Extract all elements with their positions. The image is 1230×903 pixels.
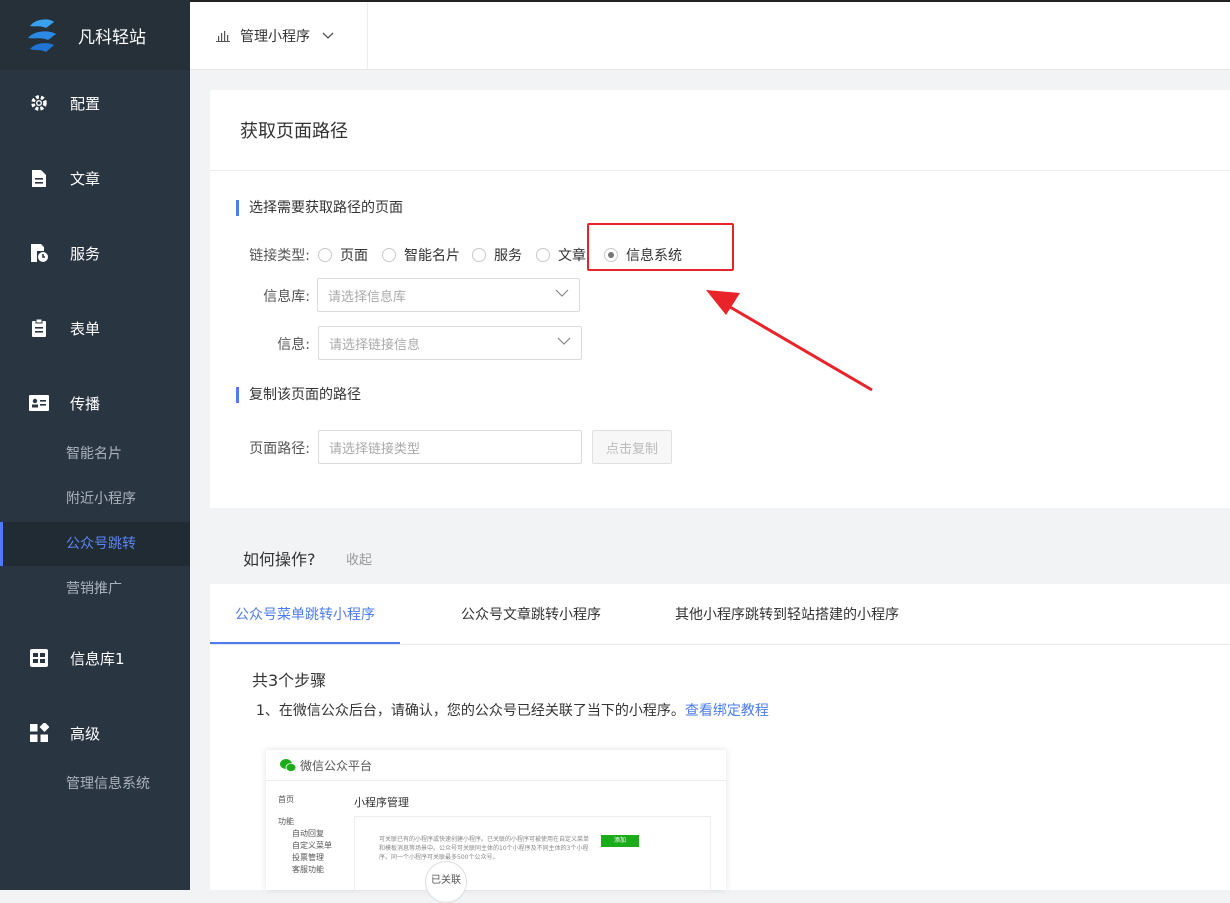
miniprogram-manage-title: 小程序管理 [354,796,409,809]
brand[interactable]: 凡科轻站 [0,0,190,70]
brand-name: 凡科轻站 [78,27,146,48]
radio-smart-card[interactable]: 智能名片 [382,245,460,265]
sidebar: 凡科轻站 配置 文章 服务 表单 传播 智能名片 附近小程序 公众号跳转 营销推… [0,0,190,890]
section-title-select: 选择需要获取路径的页面 [236,200,403,216]
bar-chart-icon [216,31,230,42]
radio-circle [318,248,332,262]
service-icon [29,243,49,263]
section-title-copy: 复制该页面的路径 [236,387,361,403]
menu-item: 功能 [278,817,294,826]
sidebar-item-label: 传播 [70,394,101,413]
id-card-icon [29,393,49,413]
clipboard-icon [29,318,49,338]
platform-menu: 首页 功能 自动回复 自定义菜单 投票管理 客服功能 [278,794,332,876]
sidebar-item-label: 高级 [70,724,101,743]
howto-tabs: 公众号菜单跳转小程序 公众号文章跳转小程序 其他小程序跳转到轻站搭建的小程序 [210,584,1230,645]
step-1-text: 1、在微信公众后台，请确认，您的公众号已经关联了当下的小程序。 [256,703,685,719]
chevron-down-icon [322,32,334,39]
sidebar-item-config[interactable]: 配置 [0,83,190,123]
radio-label: 页面 [340,248,368,264]
radio-service[interactable]: 服务 [472,245,522,265]
miniprogram-panel: 可关联已有的小程序或快速创建小程序。已关联的小程序可被使用在自定义菜单和模板消息… [354,816,711,903]
grid-icon [29,648,49,668]
radio-article[interactable]: 文章 [536,245,586,265]
sidebar-sub-official-jump[interactable]: 公众号跳转 [0,522,190,566]
radio-circle [382,248,396,262]
tab-other-jump[interactable]: 其他小程序跳转到轻站搭建的小程序 [675,584,899,644]
menu-item: 首页 [278,795,294,804]
wechat-icon [280,758,296,772]
platform-name: 微信公众平台 [300,758,373,773]
sidebar-sub-smart-card[interactable]: 智能名片 [0,432,190,476]
howto-title: 如何操作? [243,550,316,569]
sidebar-item-spread[interactable]: 传播 [0,383,190,423]
menu-item: 自动回复 [292,829,324,838]
tab-menu-jump[interactable]: 公众号菜单跳转小程序 [210,584,400,644]
info-label: 信息: [277,337,310,353]
sidebar-sub-marketing[interactable]: 营销推广 [0,567,190,611]
logo-icon [28,19,56,52]
radio-circle [536,248,550,262]
info-placeholder: 请选择链接信息 [329,337,421,353]
chevron-down-icon [557,337,571,345]
bind-tutorial-link[interactable]: 查看绑定教程 [685,703,769,719]
topbar: 管理小程序 [190,0,1230,70]
collapse-link[interactable]: 收起 [346,549,372,568]
sidebar-item-service[interactable]: 服务 [0,233,190,273]
panel-description: 可关联已有的小程序或快速创建小程序。已关联的小程序可被使用在自定义菜单和模板消息… [379,836,590,861]
miniprogram-selector[interactable]: 管理小程序 [190,2,368,70]
linked-badge: 已关联 [425,861,467,903]
selector-label: 管理小程序 [240,29,310,45]
sidebar-sub-info-system[interactable]: 管理信息系统 [0,762,190,806]
step-1: 1、在微信公众后台，请确认，您的公众号已经关联了当下的小程序。查看绑定教程 [256,700,769,720]
copy-button[interactable]: 点击复制 [592,430,672,464]
annotation-arrow-icon [706,290,873,392]
highlight-box [587,223,734,271]
radio-label: 智能名片 [404,248,460,264]
radio-circle [472,248,486,262]
add-button: 添加 [601,835,639,847]
sidebar-item-label: 服务 [70,244,101,263]
library-select[interactable]: 请选择信息库 [317,278,580,312]
library-label: 信息库: [263,289,310,305]
menu-item: 投票管理 [292,853,324,862]
path-input[interactable]: 请选择链接类型 [318,430,582,464]
wechat-screenshot: 微信公众平台 首页 功能 自动回复 自定义菜单 投票管理 客服功能 小程序管理 … [266,750,726,903]
document-icon [29,168,49,188]
library-placeholder: 请选择信息库 [328,289,407,305]
sidebar-item-label: 信息库1 [70,649,125,668]
radio-page[interactable]: 页面 [318,245,368,265]
radio-label: 服务 [494,248,522,264]
radio-label: 文章 [558,248,586,264]
path-placeholder: 请选择链接类型 [329,441,421,457]
sidebar-item-form[interactable]: 表单 [0,308,190,348]
sidebar-item-label: 文章 [70,169,101,188]
gear-icon [29,93,49,113]
path-label: 页面路径: [249,441,310,457]
blocks-icon [29,723,49,743]
sidebar-item-advanced[interactable]: 高级 [0,713,190,753]
steps-title: 共3个步骤 [252,671,327,690]
link-type-label: 链接类型: [249,248,310,264]
menu-item: 客服功能 [292,865,324,874]
sidebar-item-library[interactable]: 信息库1 [0,638,190,678]
sidebar-sub-nearby[interactable]: 附近小程序 [0,477,190,521]
sidebar-item-article[interactable]: 文章 [0,158,190,198]
info-select[interactable]: 请选择链接信息 [318,326,582,360]
tab-article-jump[interactable]: 公众号文章跳转小程序 [461,584,601,644]
chevron-down-icon [555,289,569,297]
sidebar-item-label: 表单 [70,319,101,338]
howto-card: 公众号菜单跳转小程序 公众号文章跳转小程序 其他小程序跳转到轻站搭建的小程序 共… [210,584,1230,903]
menu-item: 自定义菜单 [292,841,332,850]
page-title: 获取页面路径 [240,121,348,142]
sidebar-item-label: 配置 [70,94,101,113]
